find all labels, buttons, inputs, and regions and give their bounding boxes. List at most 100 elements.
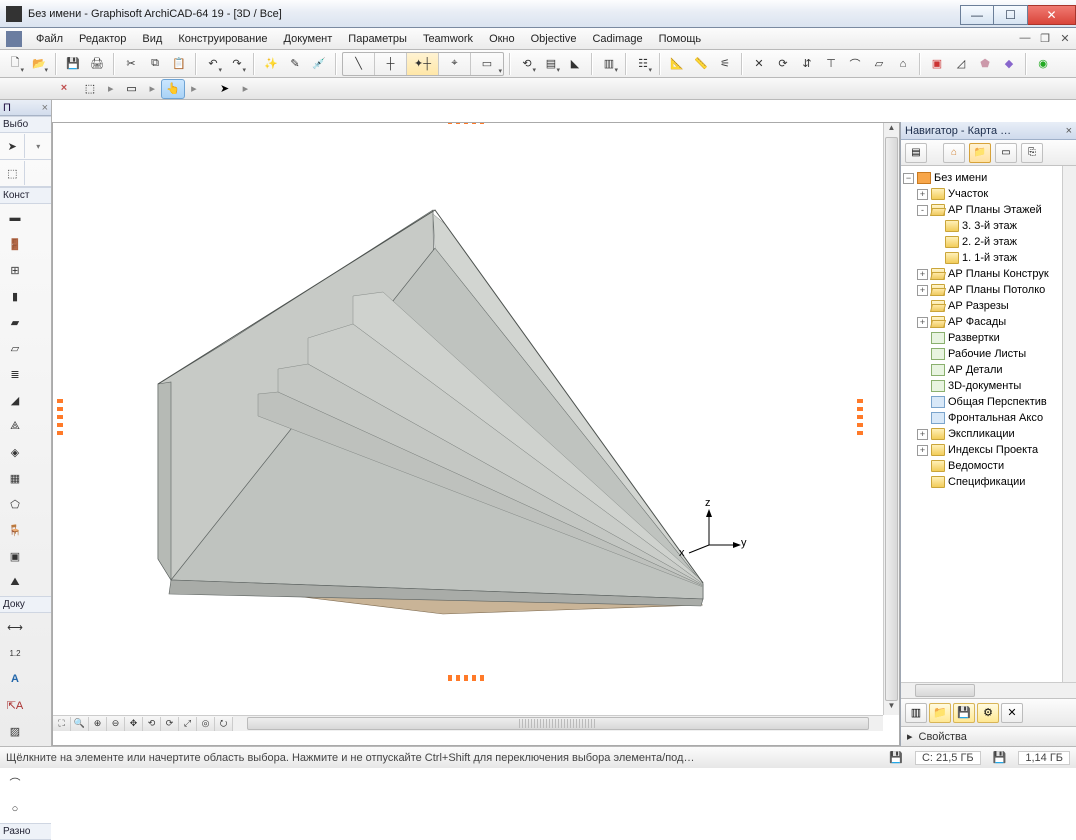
toolbox-section-construct[interactable]: Конст — [0, 187, 51, 204]
eyedropper-button[interactable]: ✎ — [284, 53, 306, 75]
menu-window[interactable]: Окно — [481, 30, 523, 48]
tree-item[interactable]: Ведомости — [903, 458, 1074, 474]
wall-tool[interactable]: ▬ — [2, 206, 28, 230]
label-tool[interactable]: ⇱A — [2, 693, 28, 717]
nav-mode-project[interactable]: ▤ — [905, 143, 927, 163]
nav-mode-home[interactable]: ⌂ — [943, 143, 965, 163]
menu-objective[interactable]: Objective — [523, 30, 585, 48]
select-mode-3[interactable]: 👆 — [161, 79, 185, 99]
tree-item[interactable]: -АР Планы Этажей — [903, 202, 1074, 218]
menu-file[interactable]: Файл — [28, 30, 71, 48]
syringe-button[interactable]: 💉 — [308, 53, 330, 75]
vscroll-thumb[interactable] — [885, 137, 898, 701]
window-minimize-button[interactable]: ― — [960, 5, 994, 25]
stair-tool[interactable]: ≣ — [2, 362, 28, 386]
tree-item[interactable]: +АР Фасады — [903, 314, 1074, 330]
3d-viewport[interactable]: z y x ▲ ▼ ⛶ 🔍 ⊕ ⊖ ✥ ⟲ ⟳ ⤢ ◎ ⭮ — [52, 122, 900, 746]
toolbox-section-document[interactable]: Доку — [0, 596, 51, 613]
circle-tool[interactable]: ○ — [2, 797, 28, 821]
tree-item[interactable]: Спецификации — [903, 474, 1074, 490]
morph-tool[interactable]: ⬠ — [2, 492, 28, 516]
zone-tool[interactable]: ▣ — [2, 544, 28, 568]
skylight-tool[interactable]: ◈ — [2, 440, 28, 464]
menu-construction[interactable]: Конструирование — [170, 30, 275, 48]
zoom-100-button[interactable]: ◎ — [197, 717, 215, 731]
paste-button[interactable]: 📋 — [168, 53, 190, 75]
nav-btn-newfolder[interactable]: 📁 — [929, 703, 951, 723]
magic-wand-button[interactable]: ✨ — [260, 53, 282, 75]
suspend-button[interactable]: ⟲ — [516, 53, 538, 75]
go-button[interactable]: ◉ — [1032, 53, 1054, 75]
undo-button[interactable]: ↶ — [202, 53, 224, 75]
zoom-fit-button[interactable]: ⤢ — [179, 717, 197, 731]
guideline-2-button[interactable]: ┼ — [375, 53, 407, 75]
tree-item[interactable]: Общая Перспектив — [903, 394, 1074, 410]
window-close-button[interactable]: ✕ — [1028, 5, 1076, 25]
view-close-icon[interactable]: × — [56, 81, 72, 97]
select-mode-2[interactable]: ▭ — [120, 79, 144, 99]
edit-plane-button[interactable]: ✕ — [748, 53, 770, 75]
select-mode-1[interactable]: ⬚ — [78, 79, 102, 99]
tree-item[interactable]: Развертки — [903, 330, 1074, 346]
vscroll-down-icon[interactable]: ▼ — [884, 701, 899, 715]
orbit-button[interactable]: ⭮ — [215, 717, 233, 731]
tree-item[interactable]: +Индексы Проекта — [903, 442, 1074, 458]
menu-document[interactable]: Документ — [276, 30, 341, 48]
tree-item[interactable]: +АР Планы Потолко — [903, 282, 1074, 298]
new-file-button[interactable]: 🗋 — [4, 53, 26, 75]
toolbox-section-more[interactable]: Разно — [0, 823, 51, 840]
print-button[interactable]: 🖨 — [86, 53, 108, 75]
tree-vscroll[interactable] — [1062, 166, 1076, 682]
tree-item[interactable]: +Экспликации — [903, 426, 1074, 442]
mirror-button[interactable]: ⇵ — [796, 53, 818, 75]
zoom-window-button[interactable]: 🔍 — [71, 717, 89, 731]
guideline-3-button[interactable]: ✦┼ — [407, 53, 439, 75]
slab-tool[interactable]: ▱ — [2, 336, 28, 360]
toolbox-close-icon[interactable]: × — [42, 102, 48, 114]
navigator-tree[interactable]: − Без имени +Участок-АР Планы Этажей3. 3… — [901, 166, 1076, 682]
guideline-4-button[interactable]: ⌖ — [439, 53, 471, 75]
marquee-button[interactable]: ◿ — [950, 53, 972, 75]
nav-mode-layout[interactable]: ▭ — [995, 143, 1017, 163]
tree-item[interactable]: Рабочие Листы — [903, 346, 1074, 362]
zoom-extents-button[interactable]: ⛶ — [53, 717, 71, 731]
tree-root[interactable]: − Без имени — [903, 170, 1074, 186]
ruler-button[interactable]: 📏 — [690, 53, 712, 75]
door-tool[interactable]: 🚪 — [2, 232, 28, 256]
shell-tool[interactable]: ⟁ — [2, 414, 28, 438]
arrow-tool[interactable]: ➤ — [1, 134, 25, 158]
guideline-1-button[interactable]: ╲ — [343, 53, 375, 75]
rotate-button[interactable]: ⟳ — [772, 53, 794, 75]
nav-btn-settings[interactable]: ⚙ — [977, 703, 999, 723]
pan-button[interactable]: ✥ — [125, 717, 143, 731]
beam-tool[interactable]: ▰ — [2, 310, 28, 334]
menu-teamwork[interactable]: Teamwork — [415, 30, 481, 48]
align-button[interactable]: ⊤ — [820, 53, 842, 75]
text-tool[interactable]: A — [2, 667, 28, 691]
tree-item[interactable]: 2. 2-й этаж — [903, 234, 1074, 250]
tree-item[interactable]: АР Разрезы — [903, 298, 1074, 314]
dimension-tool[interactable]: ⟷ — [2, 615, 28, 639]
toolbox-section-select[interactable]: Выбо — [0, 116, 51, 133]
navigator-title[interactable]: Навигатор - Карта … × — [901, 122, 1076, 140]
arrow-tool-drop[interactable]: ▾ — [27, 134, 50, 158]
navigator-properties-bar[interactable]: ▸ Свойства — [901, 726, 1076, 746]
tree-item[interactable]: +АР Планы Конструк — [903, 266, 1074, 282]
tree-item[interactable]: АР Детали — [903, 362, 1074, 378]
mesh-tool[interactable]: ⛰ — [2, 570, 28, 594]
guideline-5-button[interactable]: ▭ — [471, 53, 503, 75]
zoom-next-button[interactable]: ⟳ — [161, 717, 179, 731]
tree-item[interactable]: Фронтальная Аксо — [903, 410, 1074, 426]
layers-button[interactable]: ▤ — [540, 53, 562, 75]
navigator-hscroll[interactable] — [901, 682, 1076, 698]
3d-canvas[interactable]: z y x — [53, 123, 883, 715]
menu-view[interactable]: Вид — [134, 30, 170, 48]
cut-button[interactable]: ✂ — [120, 53, 142, 75]
zoom-prev-button[interactable]: ⟲ — [143, 717, 161, 731]
render-button[interactable]: ◆ — [998, 53, 1020, 75]
level-tool[interactable]: 1.2 — [2, 641, 28, 665]
tree-item[interactable]: 1. 1-й этаж — [903, 250, 1074, 266]
window-maximize-button[interactable]: ☐ — [994, 5, 1028, 25]
nav-btn-save[interactable]: 💾 — [953, 703, 975, 723]
coord-button[interactable]: ⚟ — [714, 53, 736, 75]
